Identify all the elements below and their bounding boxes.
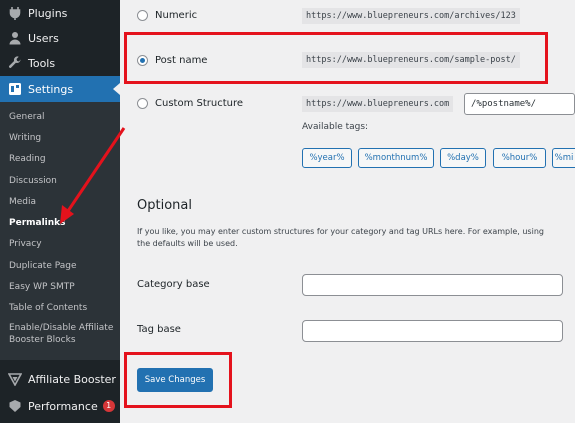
category-base-input[interactable] [302, 274, 563, 296]
submenu-affiliate-booster-blocks[interactable]: Enable/Disable Affiliate Booster Blocks [9, 322, 117, 346]
tag-day-button[interactable]: %day% [440, 148, 486, 168]
wrench-icon [8, 56, 22, 70]
radio-numeric-label: Numeric [155, 10, 198, 21]
menu-label: Plugins [28, 6, 68, 20]
notification-badge: 1 [102, 400, 115, 412]
menu-item-settings[interactable]: Settings [0, 76, 120, 102]
tag-base-label: Tag base [137, 324, 181, 335]
optional-description-line2: the defaults will be used. [137, 239, 238, 248]
menu-label: Affiliate Booster [28, 372, 116, 386]
submenu-duplicate-page[interactable]: Duplicate Page [9, 260, 117, 272]
radio-custom-label: Custom Structure [155, 98, 244, 109]
performance-icon [8, 399, 22, 413]
menu-label: Performance [28, 399, 98, 413]
menu-label: Tools [28, 56, 56, 70]
submenu-table-of-contents[interactable]: Table of Contents [9, 302, 117, 314]
submenu-easy-wp-smtp[interactable]: Easy WP SMTP [9, 281, 117, 293]
menu-item-performance[interactable]: Performance 1 [0, 393, 120, 419]
optional-description: If you like, you may enter custom struct… [137, 226, 575, 250]
menu-item-users[interactable]: Users [0, 25, 120, 51]
submenu-permalinks[interactable]: Permalinks [9, 217, 117, 229]
highlight-post-name-box [124, 32, 548, 84]
submenu-discussion[interactable]: Discussion [9, 175, 117, 187]
tag-minute-button[interactable]: %mi [552, 148, 575, 168]
affiliate-booster-icon [8, 372, 22, 386]
tag-monthnum-button[interactable]: %monthnum% [358, 148, 434, 168]
menu-label: Settings [28, 82, 74, 96]
permalink-settings-form: Numeric https://www.bluepreneurs.com/arc… [120, 0, 575, 423]
radio-custom[interactable] [137, 98, 148, 109]
menu-item-tools[interactable]: Tools [0, 50, 120, 76]
submenu-reading[interactable]: Reading [9, 153, 117, 165]
optional-description-line1: If you like, you may enter custom struct… [137, 227, 544, 236]
submenu-writing[interactable]: Writing [9, 132, 117, 144]
plug-icon [8, 6, 22, 20]
numeric-example-url: https://www.bluepreneurs.com/archives/12… [302, 8, 520, 24]
highlight-save-box [124, 352, 232, 408]
radio-custom-row[interactable]: Custom Structure [137, 98, 243, 109]
custom-base-url: https://www.bluepreneurs.com [302, 96, 454, 112]
settings-submenu: General Writing Reading Discussion Media… [0, 102, 120, 360]
radio-numeric[interactable] [137, 10, 148, 21]
tag-base-input[interactable] [302, 320, 563, 342]
menu-label: Users [28, 31, 59, 45]
menu-item-affiliate-booster[interactable]: Affiliate Booster [0, 366, 120, 392]
submenu-media[interactable]: Media [9, 196, 117, 208]
category-base-label: Category base [137, 279, 210, 290]
available-tags-label: Available tags: [302, 122, 369, 132]
admin-sidebar: Plugins Users Tools Settings General Wri… [0, 0, 120, 423]
tag-year-button[interactable]: %year% [302, 148, 352, 168]
user-icon [8, 31, 22, 45]
tag-hour-button[interactable]: %hour% [493, 148, 546, 168]
custom-structure-input[interactable]: /%postname%/ [464, 93, 575, 115]
settings-icon [8, 82, 22, 96]
menu-item-plugins[interactable]: Plugins [0, 0, 120, 26]
optional-heading: Optional [137, 198, 192, 213]
radio-numeric-row[interactable]: Numeric [137, 10, 197, 21]
submenu-privacy[interactable]: Privacy [9, 238, 117, 250]
submenu-general[interactable]: General [9, 111, 117, 123]
